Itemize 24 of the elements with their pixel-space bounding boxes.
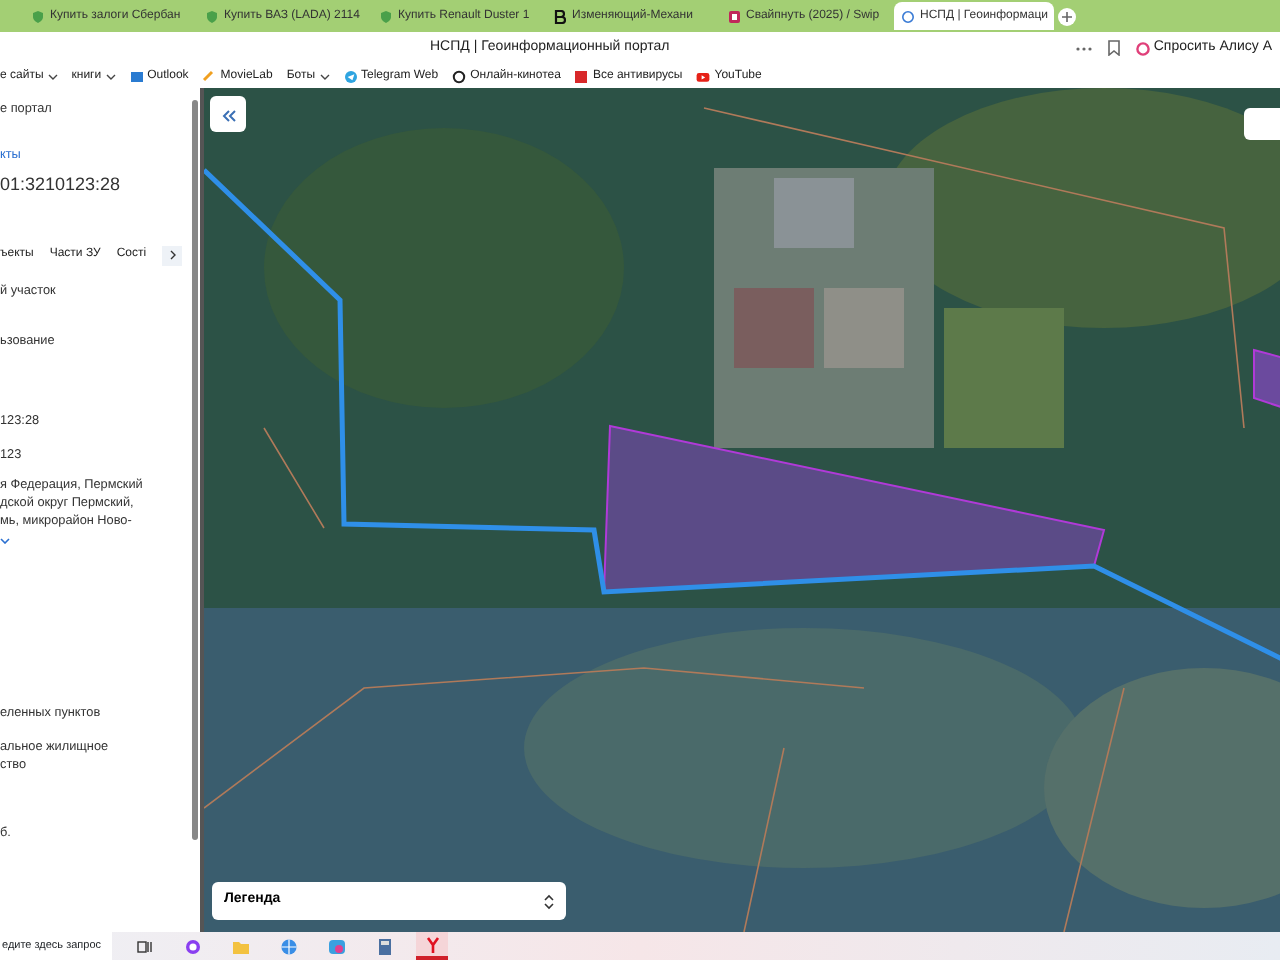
next-tab-button[interactable] (162, 245, 183, 266)
bookmark-icon[interactable] (1107, 40, 1120, 56)
scrollbar[interactable] (192, 100, 198, 840)
taskbar-app[interactable] (416, 932, 448, 960)
app-icon (728, 9, 740, 23)
folder-icon (231, 937, 249, 955)
yandex-icon (423, 935, 441, 953)
plus-icon (1062, 11, 1072, 22)
photos-icon (327, 937, 345, 955)
paper-plane-icon (343, 69, 358, 83)
expand-chevron-icon[interactable] (0, 537, 10, 544)
play-icon (696, 69, 711, 83)
double-chevron-icon (221, 109, 235, 122)
up-down-icon (544, 893, 554, 909)
alice-icon (1135, 41, 1150, 55)
task-view-icon (135, 937, 153, 955)
new-tab-button[interactable] (1058, 7, 1076, 25)
letter-icon (554, 9, 566, 23)
collapse-button[interactable] (210, 96, 246, 132)
calculator-icon (375, 937, 393, 955)
more-icon[interactable] (1075, 45, 1092, 51)
alice-icon (183, 937, 201, 955)
cadastral-number: 01:3210123:28 (0, 174, 121, 197)
chevron-right-icon (169, 250, 176, 261)
